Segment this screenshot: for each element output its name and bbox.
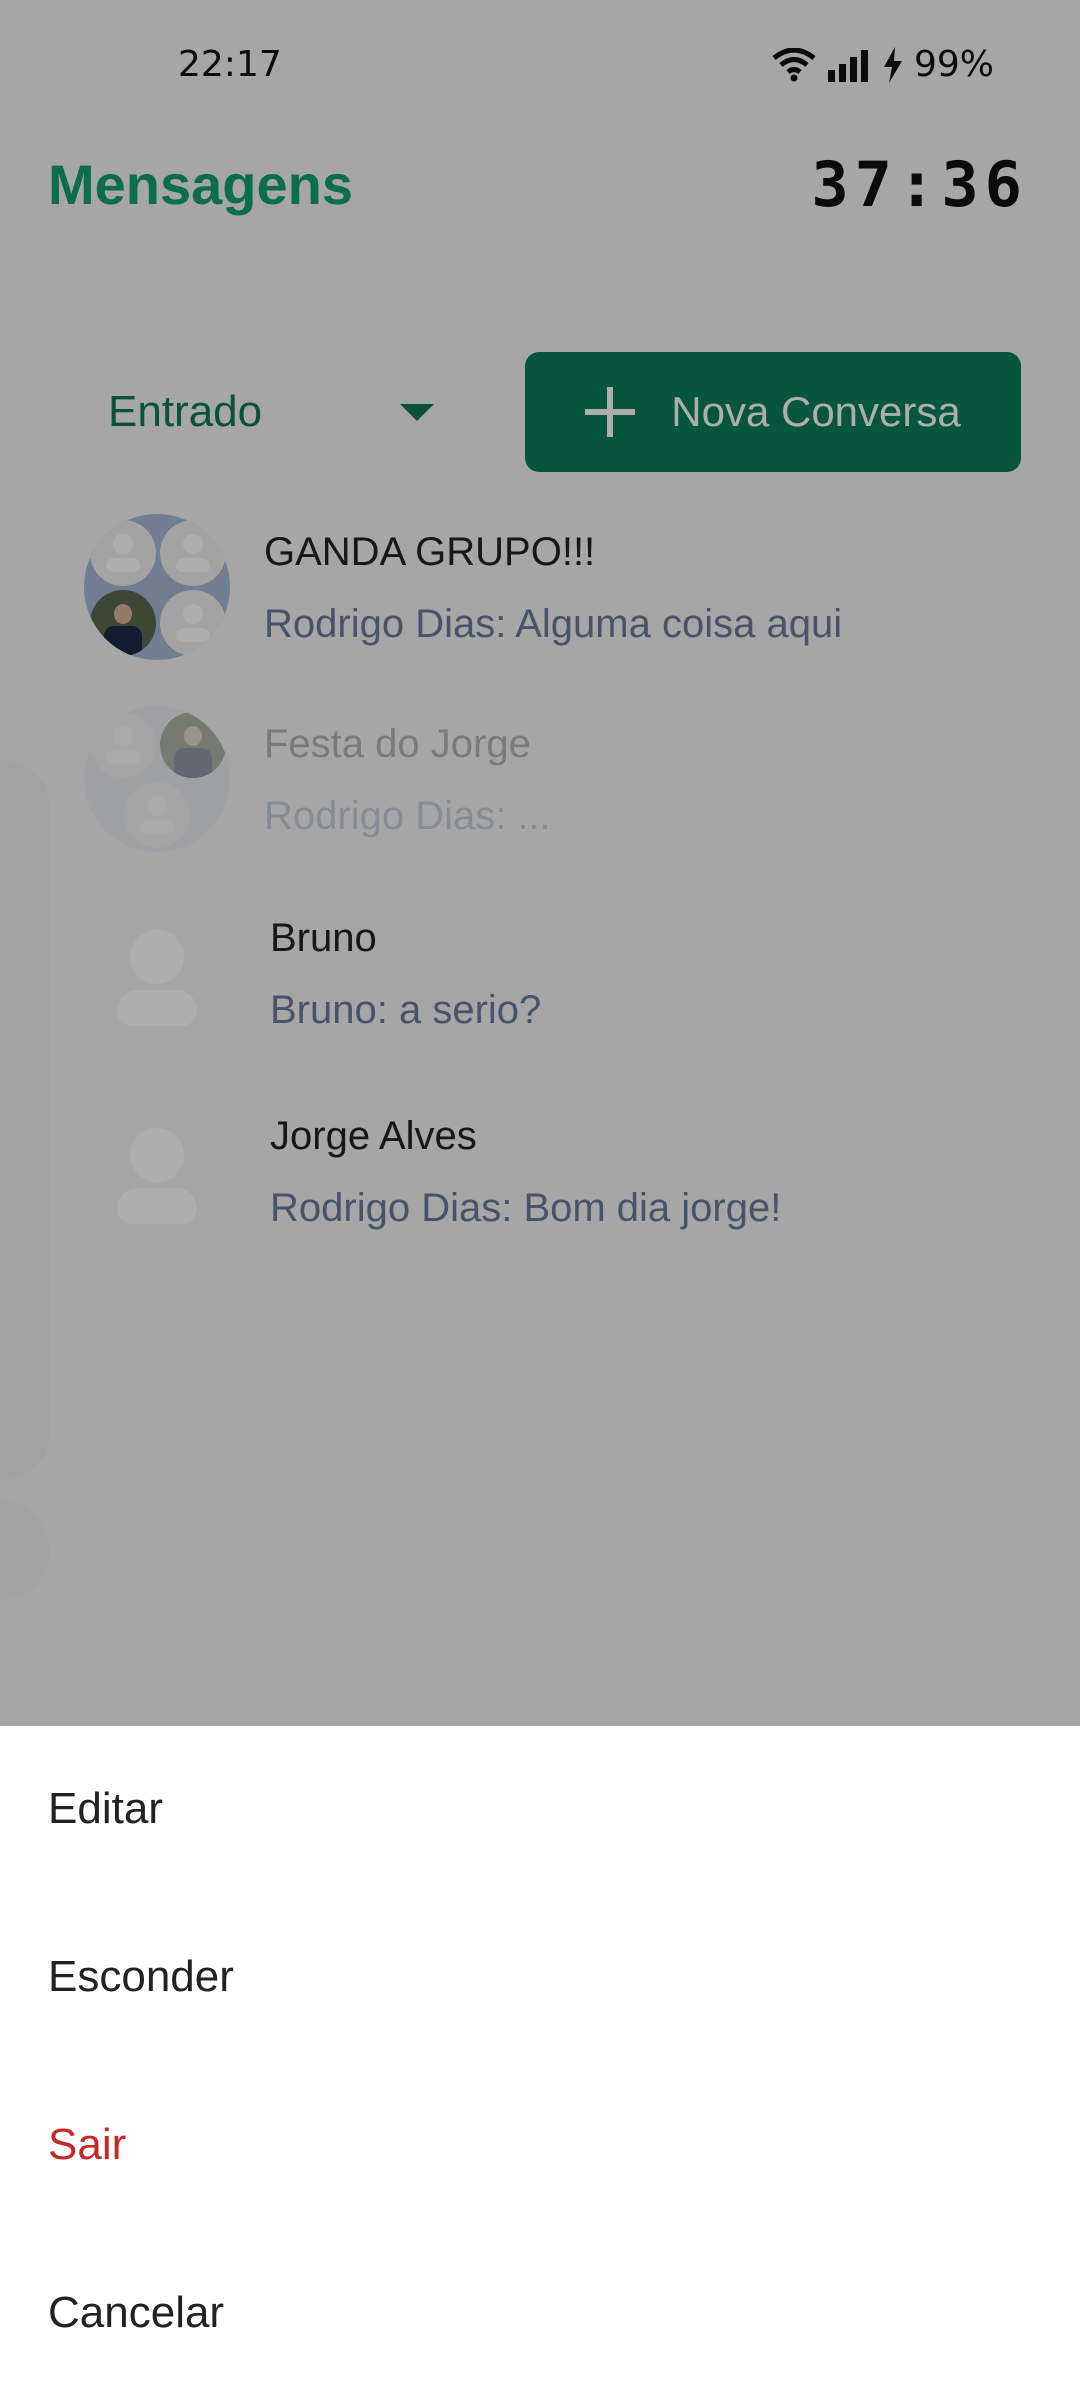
edit-option[interactable]: Editar <box>48 1784 163 1834</box>
hide-option[interactable]: Esconder <box>48 1952 234 2002</box>
cancel-option[interactable]: Cancelar <box>48 2288 224 2338</box>
action-sheet: Editar Esconder Sair Cancelar <box>0 1726 1080 2400</box>
modal-scrim[interactable] <box>0 0 1080 1726</box>
leave-option[interactable]: Sair <box>48 2120 126 2170</box>
messages-screen: 22:17 99% Mensagens 37:36 Entrado Nova C… <box>0 0 1080 1726</box>
